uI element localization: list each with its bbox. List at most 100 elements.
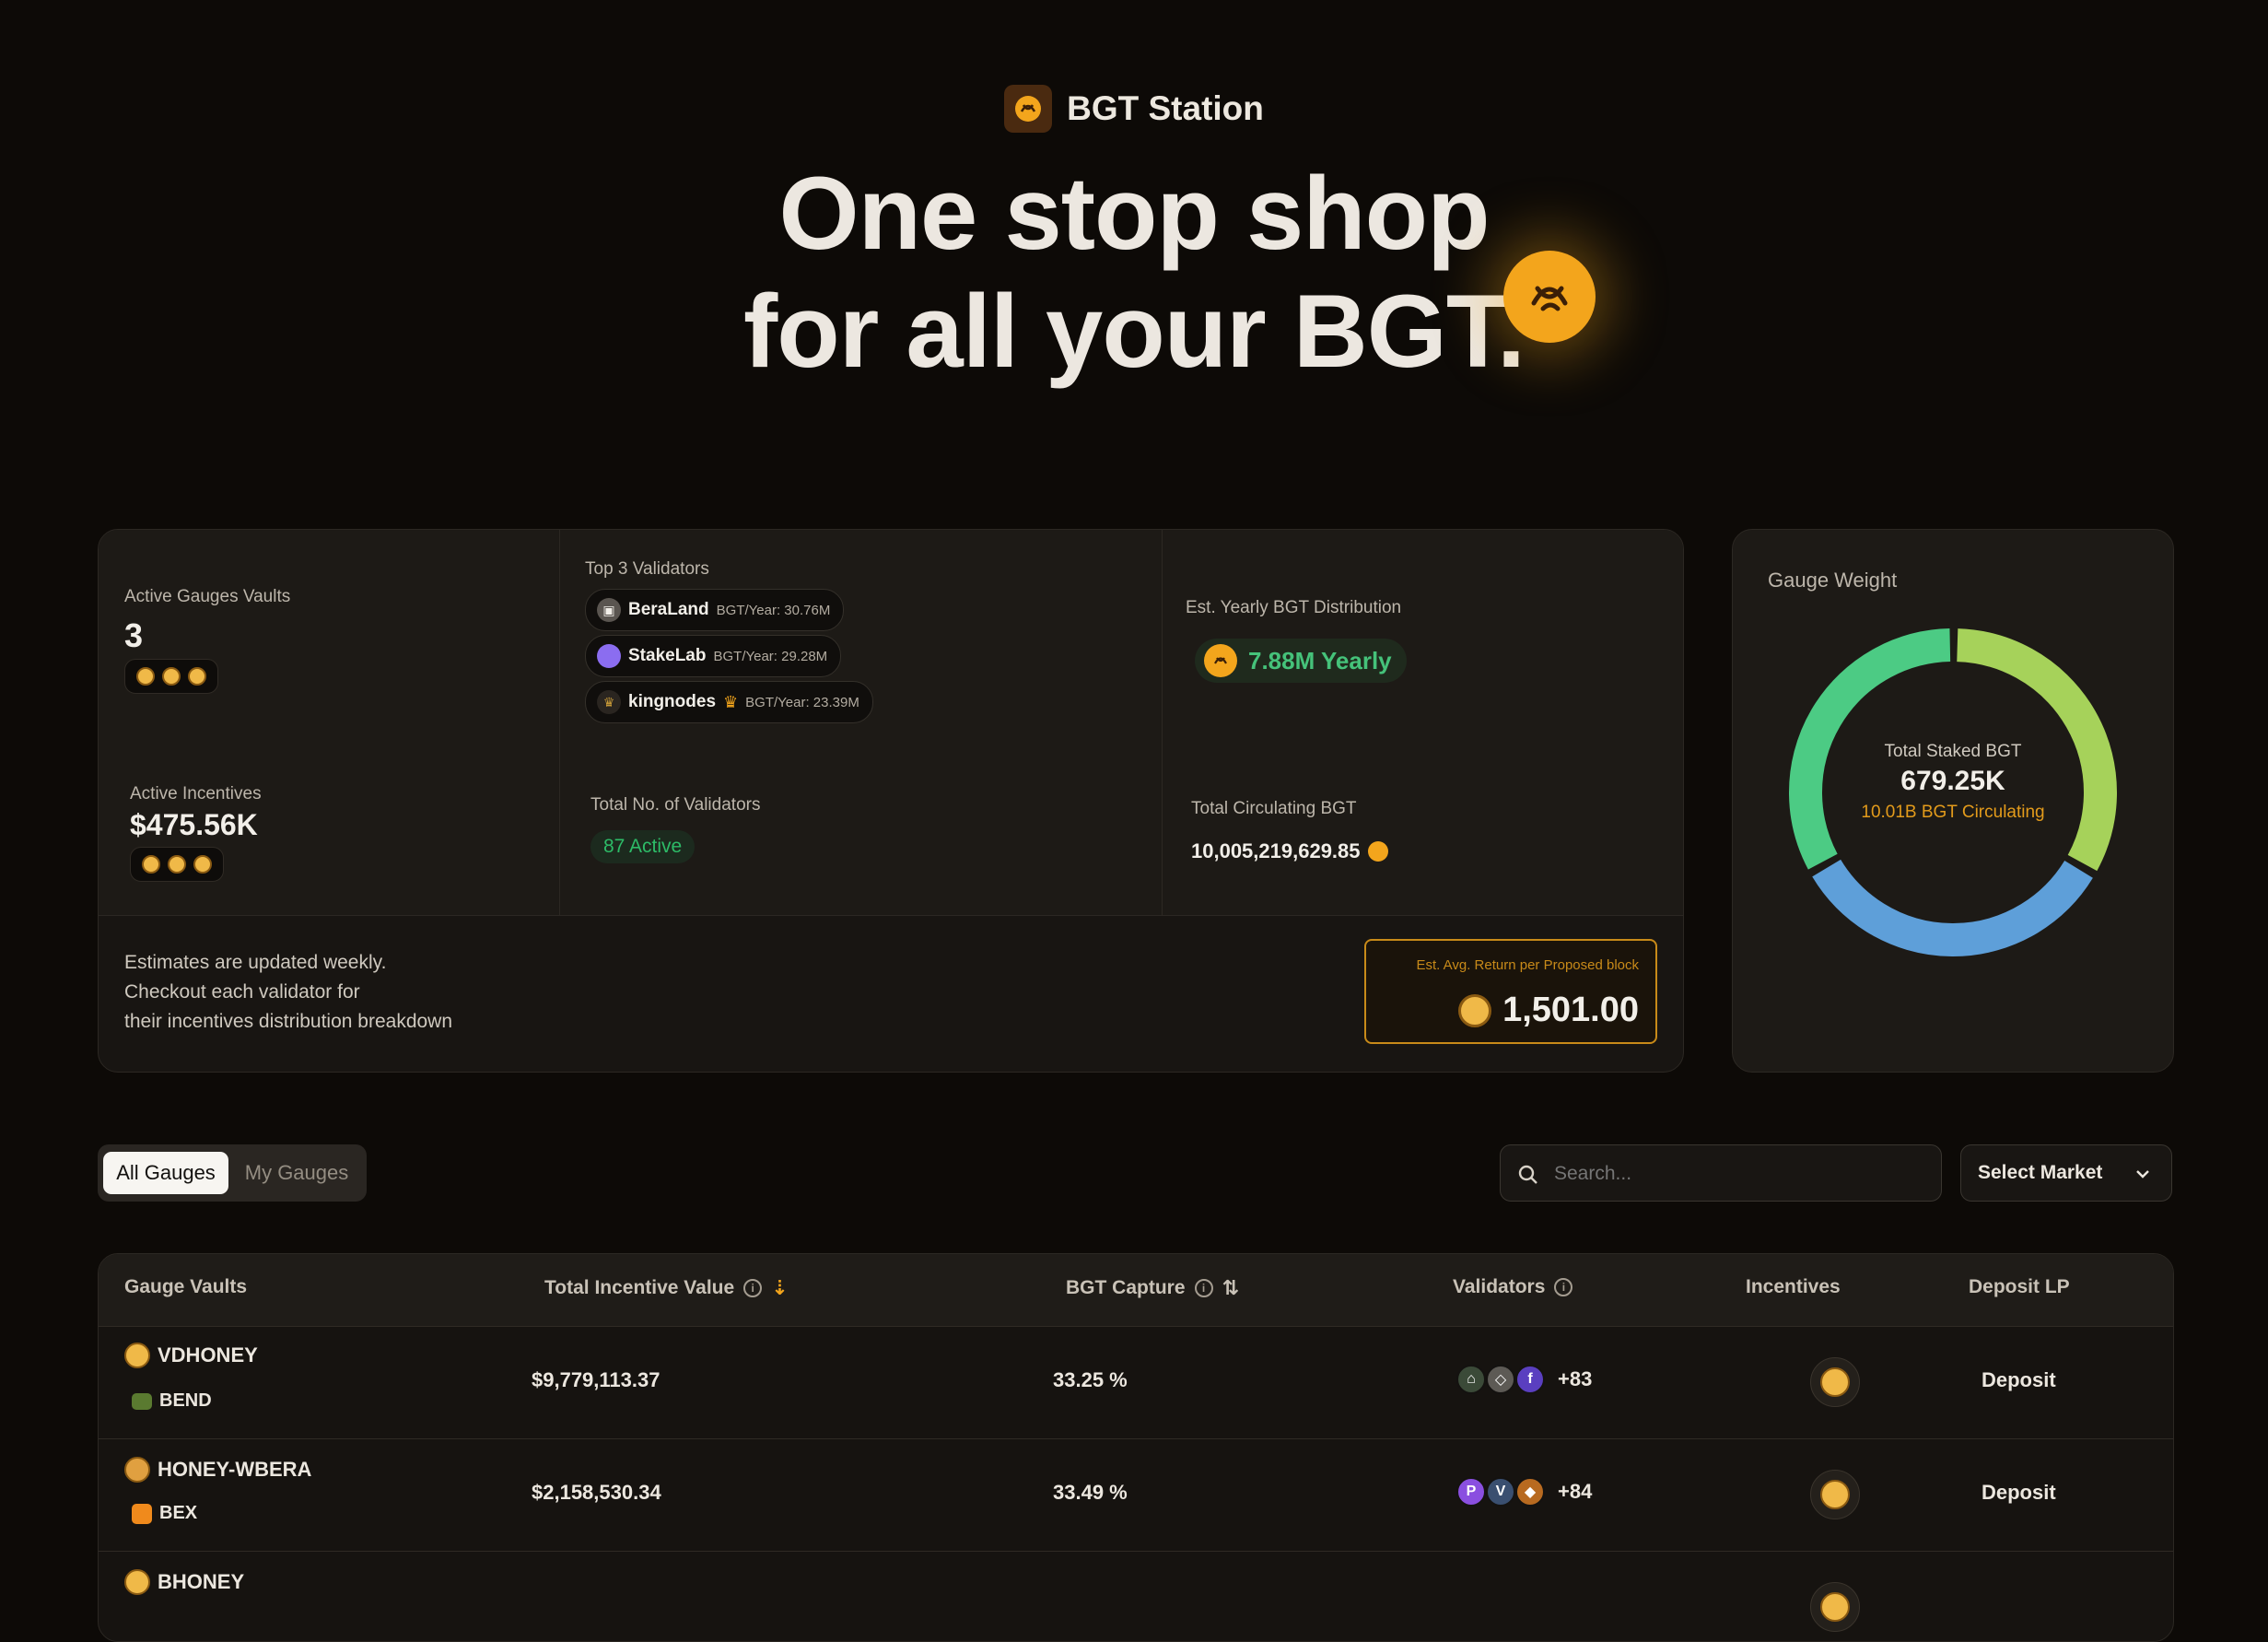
deposit-button[interactable]: Deposit	[1982, 1368, 2056, 1392]
note-line: Estimates are updated weekly.	[124, 952, 387, 973]
hero-line-2: for all your BGT.	[743, 274, 1526, 389]
validator-avatar: f	[1515, 1365, 1545, 1394]
info-icon[interactable]: i	[1194, 1279, 1213, 1297]
divider	[559, 530, 560, 915]
vault-label: BHONEY	[158, 1570, 245, 1593]
info-icon[interactable]: i	[1554, 1278, 1573, 1296]
select-market[interactable]: Select Market	[1960, 1144, 2172, 1202]
protocol-name: BEND	[132, 1390, 212, 1412]
estimates-note: Estimates are updated weekly. Checkout e…	[124, 948, 452, 1037]
gauge-center: Total Staked BGT 679.25K 10.01B BGT Circ…	[1733, 742, 2173, 823]
validator-avatar: P	[1456, 1477, 1486, 1507]
divider	[1162, 530, 1163, 915]
th-deposit-lp: Deposit LP	[1969, 1276, 2070, 1297]
stats-row-1	[99, 530, 1683, 750]
validator-bgt-year: BGT/Year: 30.76M	[716, 602, 831, 618]
validator-avatar: V	[1486, 1477, 1515, 1507]
search-input[interactable]	[1552, 1156, 1924, 1191]
gauge-table: Gauge Vaults Total Incentive Value i ⇣ B…	[98, 1253, 2174, 1642]
return-box: Est. Avg. Return per Proposed block 1,50…	[1364, 939, 1657, 1044]
bgt-capture: 33.49 %	[1053, 1481, 1128, 1504]
return-value: 1,501.00	[1502, 991, 1639, 1029]
incentive-token[interactable]	[1810, 1470, 1860, 1519]
validator-pill[interactable]: ▣ BeraLand BGT/Year: 30.76M	[585, 589, 845, 631]
gauge-weight-card: Gauge Weight Total Staked BGT 679.25K 10…	[1732, 529, 2174, 1073]
hero-line-1: One stop shop	[778, 156, 1491, 271]
table-row[interactable]: VDHONEY BEND $9,779,113.37 33.25 % ⌂ ◇ f…	[99, 1326, 2173, 1439]
vault-label: VDHONEY	[158, 1343, 258, 1366]
validator-bgt-year: BGT/Year: 23.39M	[745, 694, 859, 710]
bgt-capture: 33.25 %	[1053, 1368, 1128, 1391]
total-circulating: 10,005,219,629.85	[1191, 839, 1388, 863]
th-incentives: Incentives	[1746, 1276, 1841, 1297]
honey-token-icon	[188, 667, 206, 686]
th-total-incentive[interactable]: Total Incentive Value i ⇣	[544, 1276, 789, 1300]
validator-avatars[interactable]: P V ◆ +84	[1456, 1477, 1592, 1507]
honey-token-icon	[168, 855, 186, 874]
total-circulating-label: Total Circulating BGT	[1191, 799, 1357, 818]
table-row[interactable]: BHONEY	[99, 1551, 2173, 1641]
validators-more: +84	[1558, 1480, 1593, 1503]
vault-name: BHONEY	[124, 1569, 244, 1595]
vault-label: HONEY-WBERA	[158, 1458, 312, 1481]
incentive-token[interactable]	[1810, 1582, 1860, 1632]
validator-avatars[interactable]: ⌂ ◇ f +83	[1456, 1365, 1592, 1394]
gauge-center-value: 679.25K	[1900, 766, 2005, 796]
bgt-coin-icon	[1367, 841, 1388, 862]
protocol-name: BEX	[132, 1503, 197, 1524]
th-label: Validators	[1453, 1276, 1546, 1297]
search-box[interactable]	[1500, 1144, 1942, 1202]
note-line: Checkout each validator for	[124, 981, 360, 1003]
honey-token-icon	[162, 667, 181, 686]
vault-name: VDHONEY	[124, 1343, 258, 1368]
total-circulating-value: 10,005,219,629.85	[1191, 839, 1361, 862]
honey-token-icon	[124, 1343, 150, 1368]
validator-name: kingnodes	[628, 692, 717, 711]
active-gauges-value: 3	[124, 616, 144, 654]
return-value-row: 1,501.00	[1458, 991, 1639, 1030]
incentive-value: $9,779,113.37	[532, 1368, 661, 1391]
honey-wbera-icon	[124, 1457, 150, 1483]
protocol-label: BEX	[159, 1503, 198, 1523]
total-validators-value: 87 Active	[590, 830, 696, 863]
stats-card: Active Gauges Vaults 3 Top 3 Validators …	[98, 529, 1684, 1073]
honey-token-icon	[193, 855, 212, 874]
deposit-button[interactable]: Deposit	[1982, 1481, 2056, 1505]
honey-token-icon	[1820, 1367, 1850, 1397]
stats-row-2	[99, 749, 1683, 916]
hero-title: One stop shop for all your BGT.	[0, 155, 2268, 391]
return-label: Est. Avg. Return per Proposed block	[1416, 957, 1639, 973]
crown-icon: ♛	[723, 692, 739, 711]
est-yearly-value: 7.88M Yearly	[1248, 646, 1392, 674]
honey-token-icon	[136, 667, 155, 686]
th-label: BGT Capture	[1066, 1277, 1186, 1298]
gauge-segment-honey-wbera[interactable]	[1812, 859, 2093, 956]
bee-icon	[1004, 85, 1053, 133]
incentive-tokens	[130, 847, 224, 882]
validator-pill[interactable]: ♛ kingnodes ♛ BGT/Year: 23.39M	[585, 681, 873, 723]
gauge-center-label: Total Staked BGT	[1884, 742, 2022, 761]
incentive-token[interactable]	[1810, 1357, 1860, 1407]
bex-icon	[132, 1503, 152, 1524]
beraland-icon: ▣	[597, 598, 621, 622]
sort-icon[interactable]: ⇅	[1222, 1276, 1239, 1300]
top-validators-label: Top 3 Validators	[585, 559, 709, 579]
gauge-tabs: All Gauges My Gauges	[98, 1144, 367, 1202]
tab-all-gauges[interactable]: All Gauges	[103, 1152, 228, 1194]
est-yearly-pill: 7.88M Yearly	[1195, 639, 1407, 683]
tab-my-gauges[interactable]: My Gauges	[234, 1152, 359, 1194]
sort-desc-icon[interactable]: ⇣	[771, 1276, 788, 1300]
gauge-weight-title: Gauge Weight	[1768, 569, 1898, 592]
vault-name: HONEY-WBERA	[124, 1457, 311, 1483]
th-validators: Validators i	[1453, 1276, 1573, 1298]
info-icon[interactable]: i	[743, 1279, 763, 1297]
note-line: their incentives distribution breakdown	[124, 1011, 453, 1032]
total-validators-label: Total No. of Validators	[590, 795, 761, 815]
kingnodes-icon: ♛	[597, 690, 621, 714]
th-bgt-capture[interactable]: BGT Capture i ⇅	[1066, 1276, 1239, 1300]
honey-token-icon	[1820, 1592, 1850, 1622]
validator-pill[interactable]: StakeLab BGT/Year: 29.28M	[585, 635, 842, 677]
table-row[interactable]: HONEY-WBERA BEX $2,158,530.34 33.49 % P …	[99, 1438, 2173, 1552]
validator-name: BeraLand	[628, 600, 709, 619]
validator-avatar: ⌂	[1456, 1365, 1486, 1394]
